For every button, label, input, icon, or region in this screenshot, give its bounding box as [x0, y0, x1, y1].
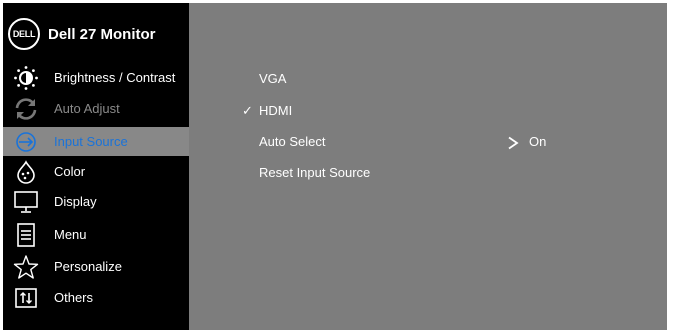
- menu-item-display[interactable]: Display: [3, 187, 189, 216]
- brightness-icon: [13, 65, 39, 91]
- menu-item-auto-adjust[interactable]: Auto Adjust: [3, 94, 189, 123]
- submenu-panel: VGA ✓ HDMI Auto Select On Reset Input So…: [189, 3, 667, 330]
- menu-item-label: Others: [54, 290, 94, 305]
- menu-item-label: Color: [54, 164, 86, 179]
- chevron-right-icon: [507, 136, 519, 155]
- others-icon: [13, 285, 39, 311]
- star-icon: [13, 254, 39, 280]
- monitor-osd: DELL Dell 27 Monitor Brightness / Contra…: [3, 3, 667, 330]
- display-icon: [13, 189, 39, 215]
- menu-item-label: Personalize: [54, 259, 122, 274]
- option-auto-select[interactable]: Auto Select: [259, 134, 326, 149]
- menu-item-personalize[interactable]: Personalize: [3, 252, 189, 281]
- input-source-icon: [13, 129, 39, 155]
- osd-sidebar: DELL Dell 27 Monitor Brightness / Contra…: [3, 3, 189, 330]
- auto-adjust-icon: [13, 96, 39, 122]
- option-reset-input-source[interactable]: Reset Input Source: [259, 165, 370, 180]
- menu-item-label: Auto Adjust: [54, 101, 120, 116]
- menu-icon: [13, 222, 39, 248]
- osd-header: DELL Dell 27 Monitor: [8, 18, 156, 50]
- menu-item-label: Display: [54, 194, 97, 209]
- option-hdmi[interactable]: HDMI: [259, 103, 292, 118]
- checkmark-icon: ✓: [242, 103, 253, 118]
- color-icon: [13, 159, 39, 185]
- menu-item-label: Input Source: [54, 134, 128, 149]
- menu-item-label: Menu: [54, 227, 87, 242]
- dell-logo: DELL: [8, 18, 40, 50]
- option-vga[interactable]: VGA: [259, 71, 286, 86]
- menu-item-color[interactable]: Color: [3, 157, 189, 186]
- menu-item-menu[interactable]: Menu: [3, 220, 189, 249]
- menu-item-label: Brightness / Contrast: [54, 70, 176, 85]
- menu-item-brightness-contrast[interactable]: Brightness / Contrast: [3, 63, 189, 92]
- menu-item-input-source[interactable]: Input Source: [3, 127, 189, 156]
- auto-select-value: On: [529, 134, 547, 149]
- menu-item-others[interactable]: Others: [3, 283, 189, 312]
- monitor-title: Dell 27 Monitor: [48, 25, 156, 43]
